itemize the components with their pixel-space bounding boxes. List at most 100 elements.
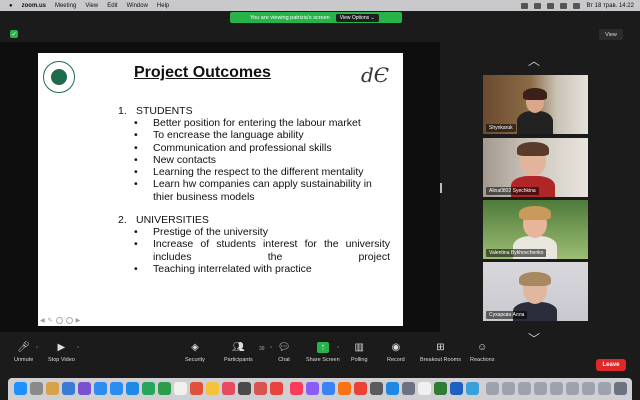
app-icon[interactable] [466,382,479,395]
search-icon[interactable] [573,2,581,9]
university-logo [43,61,75,93]
audio-options-chevron-icon[interactable]: ⌃ [35,346,39,352]
view-button[interactable]: View [599,29,623,40]
app-icon[interactable] [238,382,251,395]
document-icon[interactable] [582,382,595,395]
app-icon[interactable] [126,382,139,395]
unmute-label: Unmute [14,357,34,363]
app-icon[interactable] [46,382,59,395]
app-store-icon[interactable] [386,382,399,395]
viewing-banner: You are viewing patrizia's screen View O… [230,12,402,23]
menu-view[interactable]: View [85,3,98,9]
chrome-icon[interactable] [418,382,431,395]
menu-edit[interactable]: Edit [107,3,117,9]
leave-button[interactable]: Leave [596,359,626,371]
safari-icon[interactable] [62,382,75,395]
calendar-icon[interactable] [174,382,187,395]
launchpad-icon[interactable] [30,382,43,395]
polling-label: Polling [351,357,368,363]
mac-menubar: ● zoom.us Meeting View Edit Window Help … [0,0,640,11]
menu-help[interactable]: Help [157,3,169,9]
facetime-icon[interactable] [158,382,171,395]
list-item: Better position for entering the labour … [134,117,390,130]
excel-icon[interactable] [434,382,447,395]
participants-chevron-icon[interactable]: ⌃ [269,346,273,352]
document-icon[interactable] [534,382,547,395]
record-icon: ◉ [391,342,401,353]
scroll-up-icon[interactable]: ︿ [528,52,540,69]
list-item: Increase of students interest for the un… [134,238,390,263]
list-item: Learning the respect to the different me… [134,166,390,179]
unmute-button[interactable]: 🎤︎ Unmute [14,342,33,363]
menu-meeting[interactable]: Meeting [55,3,76,9]
document-icon[interactable] [598,382,611,395]
split-handle[interactable] [440,183,442,193]
participant-name: Shynkaruk [486,124,516,132]
finder-icon[interactable] [14,382,27,395]
status-icon[interactable] [547,2,555,9]
slide-title: Project Outcomes [134,64,271,81]
participant-tile[interactable]: Shynkaruk [483,75,588,134]
status-icon[interactable] [521,2,529,9]
pen-icon[interactable]: ✎ [48,317,53,324]
reactions-button[interactable]: ☺ Reactions [470,342,494,363]
music-icon[interactable] [290,382,303,395]
participant-tile[interactable]: Сухарєва Алла [483,262,588,321]
prev-slide-icon[interactable]: ◀ [40,317,45,324]
zoom-icon[interactable] [55,317,63,324]
next-slide-icon[interactable]: ▶ [76,317,81,324]
participants-label: Participants [224,357,253,363]
breakout-rooms-label: Breakout Rooms [420,357,461,363]
powerpoint-icon[interactable] [270,382,283,395]
menu-icon[interactable] [65,317,73,324]
video-options-chevron-icon[interactable]: ⌃ [76,346,80,352]
clock[interactable]: Вт 18 трав. 14:22 [586,3,634,9]
apple-icon[interactable]: ● [9,3,13,9]
record-button[interactable]: ◉ Record [387,342,405,363]
document-icon[interactable] [502,382,515,395]
app-icon[interactable] [322,382,335,395]
app-icon[interactable] [338,382,351,395]
app-icon[interactable] [254,382,267,395]
reactions-label: Reactions [470,357,495,363]
messages-icon[interactable] [142,382,155,395]
polling-button[interactable]: ▥ Polling [351,342,368,363]
settings-icon[interactable] [402,382,415,395]
zoom-icon[interactable] [110,382,123,395]
app-icon[interactable] [354,382,367,395]
document-icon[interactable] [566,382,579,395]
view-options-button[interactable]: View Options ⌄ [335,13,379,22]
share-chevron-icon[interactable]: ⌃ [336,346,340,352]
document-icon[interactable] [550,382,563,395]
participant-tile[interactable]: Valentina Bykhovchenko [483,200,588,259]
document-icon[interactable] [518,382,531,395]
share-screen-icon: ↑ [316,342,329,353]
document-icon[interactable] [486,382,499,395]
app-icon[interactable] [370,382,383,395]
chat-button[interactable]: 💬︎ Chat [278,342,291,363]
app-icon[interactable] [78,382,91,395]
photos-icon[interactable] [222,382,235,395]
stop-video-button[interactable]: ▶ Stop Video [48,342,75,363]
view-button-label: View [605,31,617,38]
share-screen-button[interactable]: ↑ Share Screen [306,342,340,363]
security-button[interactable]: ◈ Security [185,342,205,363]
notes-icon[interactable] [206,382,219,395]
breakout-rooms-button[interactable]: ⊞ Breakout Rooms [420,342,461,363]
list-item: Prestige of the university [134,226,390,239]
trash-icon[interactable] [614,382,627,395]
security-shield-icon[interactable]: ✓ [10,30,18,38]
skype-icon[interactable] [94,382,107,395]
podcasts-icon[interactable] [306,382,319,395]
wifi-icon[interactable] [560,2,568,9]
status-icon[interactable] [534,2,542,9]
app-icon[interactable] [190,382,203,395]
menu-app-name[interactable]: zoom.us [22,3,46,9]
list-item: New contacts [134,154,390,167]
participant-tile[interactable]: Alina0802 Syechkina [483,138,588,197]
menu-window[interactable]: Window [127,3,148,9]
participants-button[interactable]: 👥︎ Participants [224,342,253,363]
word-icon[interactable] [450,382,463,395]
viewing-banner-text: You are viewing patrizia's screen [250,14,330,21]
list-item: Teaching interrelated with practice [134,263,390,276]
